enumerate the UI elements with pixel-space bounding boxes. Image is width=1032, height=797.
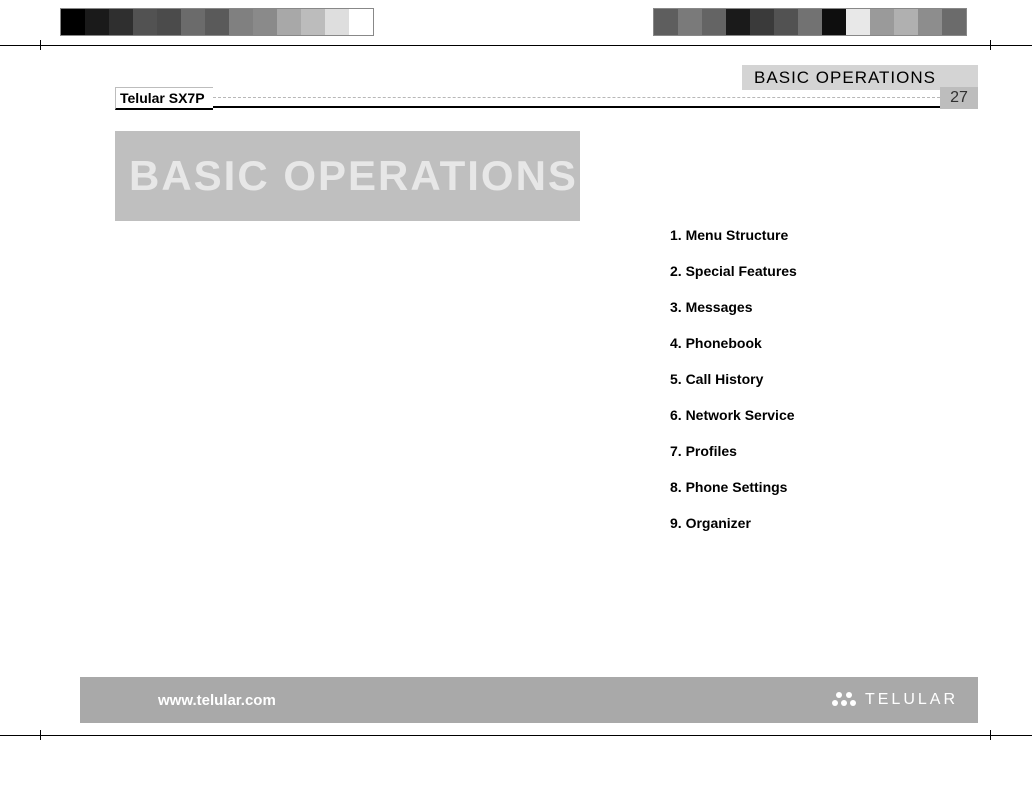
color-swatch [109,9,133,35]
color-swatch [798,9,822,35]
chapter-title: BASIC OPERATIONS [129,152,578,200]
color-swatch [277,9,301,35]
toc-item: 1. Menu Structure [670,227,950,243]
header-rule [213,88,940,108]
table-of-contents: 1. Menu Structure 2. Special Features 3.… [670,227,950,551]
color-swatch [846,9,870,35]
footer-brand: TELULAR [865,691,958,709]
color-swatch [870,9,894,35]
toc-item: 8. Phone Settings [670,479,950,495]
color-swatch [349,9,373,35]
bottom-crop-rule [0,735,1032,736]
color-swatch [654,9,678,35]
color-swatch-bar-left [60,8,374,36]
color-swatch [894,9,918,35]
page-number: 27 [940,87,978,109]
footer-logo: TELULAR [831,689,958,711]
color-swatch [61,9,85,35]
page-footer: www.telular.com TELULAR [80,677,978,723]
chapter-title-block: BASIC OPERATIONS [115,131,580,221]
color-swatch [133,9,157,35]
page-body: BASIC OPERATIONS Telular SX7P 27 BASIC O… [40,45,990,735]
product-name: Telular SX7P [115,87,213,110]
toc-item: 5. Call History [670,371,950,387]
telular-logo-icon [831,689,859,711]
color-swatch [750,9,774,35]
toc-item: 4. Phonebook [670,335,950,351]
color-swatch [301,9,325,35]
color-swatch [702,9,726,35]
toc-item: 6. Network Service [670,407,950,423]
color-swatch [181,9,205,35]
color-swatch [253,9,277,35]
color-swatch [918,9,942,35]
color-swatch [942,9,966,35]
color-swatch [205,9,229,35]
header-row: Telular SX7P 27 [115,87,978,109]
color-swatch [325,9,349,35]
footer-url: www.telular.com [158,692,276,709]
toc-item: 7. Profiles [670,443,950,459]
color-swatch [726,9,750,35]
color-swatch [822,9,846,35]
color-swatch [157,9,181,35]
toc-item: 3. Messages [670,299,950,315]
color-swatch [85,9,109,35]
toc-item: 2. Special Features [670,263,950,279]
color-swatch [678,9,702,35]
color-swatch [774,9,798,35]
toc-item: 9. Organizer [670,515,950,531]
color-swatch [229,9,253,35]
color-swatch-bar-right [653,8,967,36]
